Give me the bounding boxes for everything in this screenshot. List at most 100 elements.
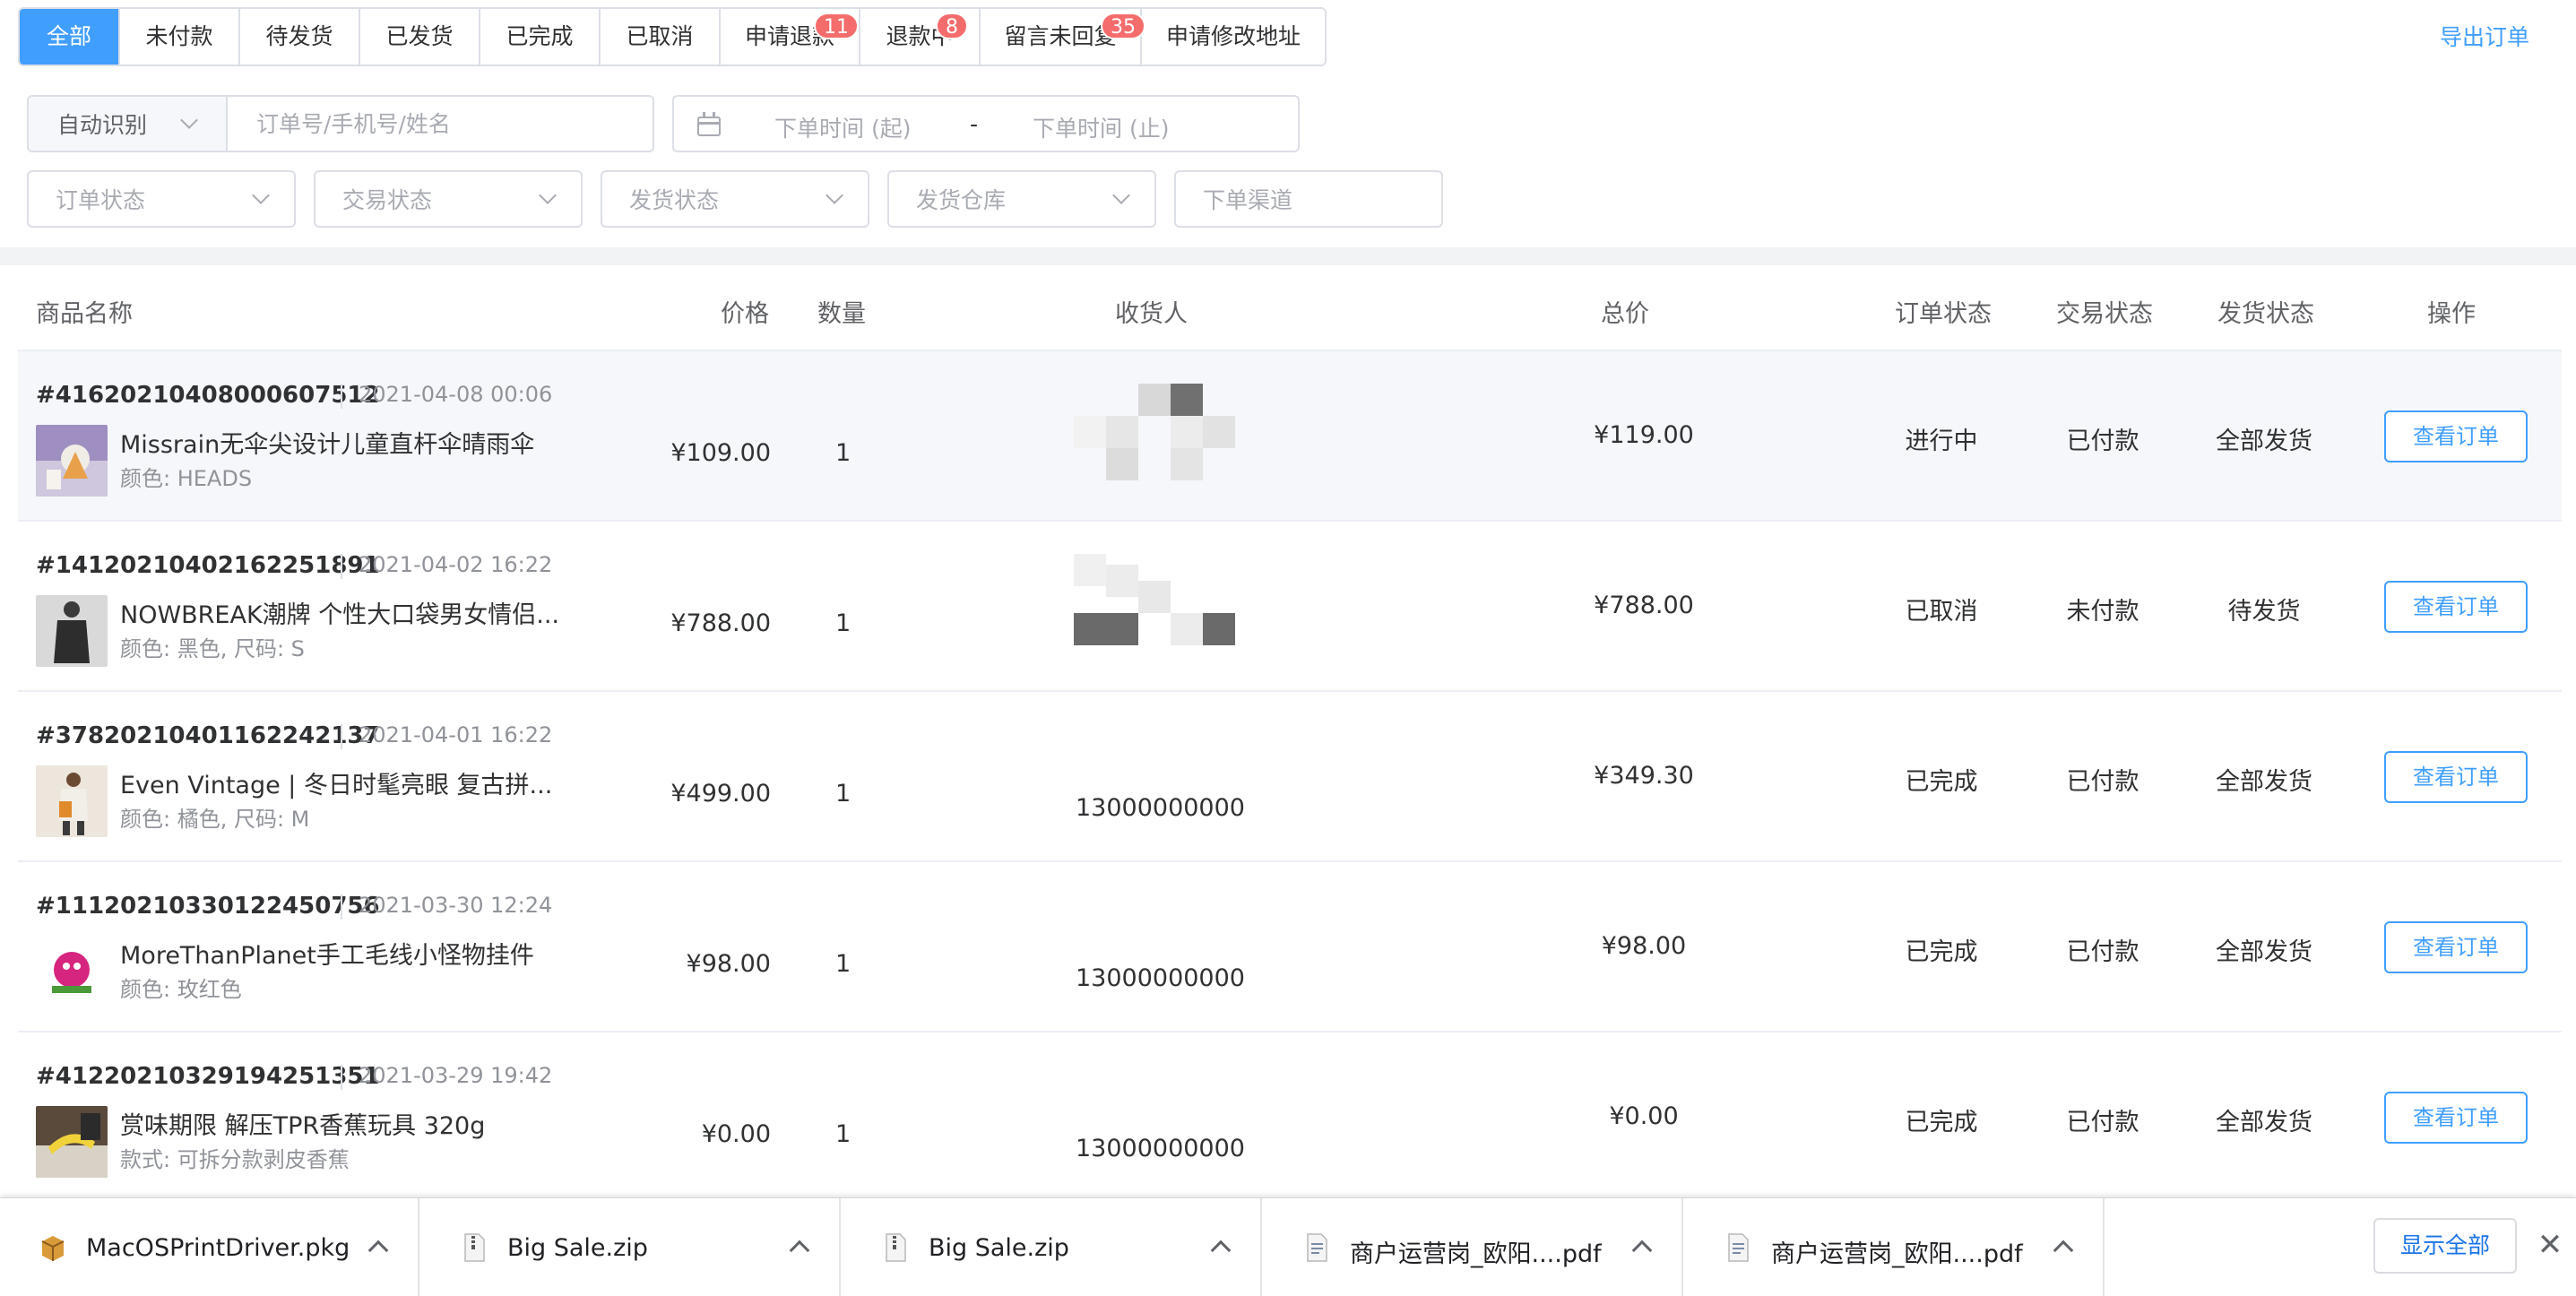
chevron-down-icon	[180, 111, 198, 129]
order-date-range[interactable]: 下单时间 (起) - 下单时间 (止)	[672, 95, 1300, 152]
download-filename: Big Sale.zip	[929, 1234, 1069, 1262]
calendar-icon	[697, 112, 721, 136]
trade-status: 已付款	[2066, 768, 2139, 796]
refund-requested-count-badge: 11	[814, 13, 859, 39]
tab-shipped[interactable]: 已发货	[360, 9, 480, 65]
ship-status: 全部发货	[2216, 1109, 2312, 1136]
tab-unpaid[interactable]: 未付款	[120, 9, 240, 65]
product-name: MoreThanPlanet手工毛线小怪物挂件	[120, 942, 534, 970]
col-product: 商品名称	[36, 300, 133, 328]
order-time: 2021-04-08 00:06	[359, 382, 553, 407]
tab-completed[interactable]: 已完成	[480, 9, 601, 65]
quantity: 1	[835, 439, 851, 467]
view-order-button[interactable]: 查看订单	[2384, 921, 2528, 973]
unit-price: ¥98.00	[686, 950, 771, 978]
download-item[interactable]: 商户运营岗_欧阳....pdf	[1685, 1198, 2105, 1296]
order-status: 已完成	[1905, 938, 1978, 966]
col-qty: 数量	[817, 300, 866, 328]
trade-status-select[interactable]: 交易状态	[314, 170, 583, 228]
download-item[interactable]: MacOSPrintDriver.pkg	[0, 1198, 419, 1296]
view-order-button[interactable]: 查看订单	[2384, 410, 2528, 462]
pdf-file-icon	[1307, 1233, 1327, 1262]
col-price: 价格	[721, 300, 769, 328]
trade-status: 未付款	[2066, 598, 2139, 626]
unit-price: ¥788.00	[670, 609, 771, 637]
ship-status: 全部发货	[2216, 768, 2312, 796]
view-order-button[interactable]: 查看订单	[2384, 751, 2528, 803]
order-time: 2021-03-30 12:24	[359, 893, 553, 918]
chevron-up-icon[interactable]	[2053, 1240, 2074, 1261]
trade-status: 已付款	[2066, 428, 2139, 455]
divider	[341, 724, 342, 749]
quantity: 1	[835, 950, 851, 978]
product-thumbnail	[36, 425, 108, 497]
product-name: 赏味期限 解压TPR香蕉玩具 320g	[120, 1112, 486, 1140]
divider	[341, 894, 342, 920]
product-name: Missrain无伞尖设计儿童直杆伞晴雨伞	[120, 431, 535, 459]
warehouse-select[interactable]: 发货仓库	[887, 170, 1156, 228]
search-mode-label: 自动识别	[57, 112, 148, 138]
unit-price: ¥0.00	[701, 1120, 771, 1148]
divider	[341, 384, 342, 409]
download-item[interactable]: 商户运营岗_欧阳....pdf	[1264, 1198, 1683, 1296]
download-item[interactable]: Big Sale.zip	[421, 1198, 841, 1296]
ship-status: 待发货	[2227, 598, 2301, 626]
section-divider	[0, 247, 2576, 265]
select-placeholder: 发货状态	[629, 187, 720, 213]
order-number: #11120210330122450756	[36, 893, 380, 920]
product-spec: 款式: 可拆分款剥皮香蕉	[120, 1147, 350, 1172]
order-status: 已完成	[1905, 1109, 1978, 1136]
export-orders-link[interactable]: 导出订单	[2440, 20, 2529, 52]
tab-cancelled[interactable]: 已取消	[601, 9, 721, 65]
tab-label: 留言未回复	[1004, 23, 1117, 49]
tab-all[interactable]: 全部	[20, 9, 120, 65]
tab-pending-shipment[interactable]: 待发货	[240, 9, 360, 65]
zip-file-icon	[886, 1233, 906, 1262]
order-number: #14120210402162251891	[36, 552, 380, 579]
package-icon	[41, 1236, 65, 1261]
tab-label: 已取消	[626, 23, 694, 49]
product-spec: 颜色: 黑色, 尺码: S	[120, 636, 305, 661]
receiver-redacted	[1074, 554, 1244, 652]
close-icon[interactable]: ✕	[2537, 1227, 2563, 1263]
search-input[interactable]	[228, 97, 653, 151]
chevron-down-icon	[826, 186, 843, 204]
total-price: ¥98.00	[1601, 932, 1687, 960]
quantity: 1	[835, 609, 851, 637]
select-placeholder: 交易状态	[342, 187, 433, 213]
download-item[interactable]: Big Sale.zip	[843, 1198, 1262, 1296]
pdf-file-icon	[1728, 1233, 1749, 1262]
col-trade-status: 交易状态	[2056, 300, 2153, 328]
total-price: ¥349.30	[1594, 762, 1694, 790]
view-order-button[interactable]: 查看订单	[2384, 1092, 2528, 1144]
chevron-up-icon[interactable]	[789, 1240, 810, 1261]
receiver-redacted	[1074, 384, 1244, 482]
chevron-up-icon[interactable]	[1631, 1240, 1653, 1261]
table-row: #14120210402162251891 2021-04-02 16:22 N…	[18, 522, 2562, 692]
channel-input[interactable]: 下单渠道	[1174, 170, 1443, 228]
unit-price: ¥109.00	[670, 439, 771, 467]
date-start-placeholder: 下单时间 (起)	[774, 116, 912, 142]
date-range-separator: -	[970, 111, 979, 137]
download-filename: 商户运营岗_欧阳....pdf	[1771, 1240, 2023, 1268]
table-row: #37820210401162242137 2021-04-01 16:22 E…	[18, 692, 2562, 862]
view-order-button[interactable]: 查看订单	[2384, 581, 2528, 633]
chevron-up-icon[interactable]	[367, 1240, 389, 1261]
order-number: #41620210408000607512	[36, 382, 380, 409]
ship-status: 全部发货	[2216, 428, 2312, 455]
table-header: 商品名称 价格 数量 收货人 总价 订单状态 交易状态 发货状态 操作	[18, 265, 2562, 351]
order-status-select[interactable]: 订单状态	[27, 170, 296, 228]
chevron-up-icon[interactable]	[1210, 1240, 1232, 1261]
product-spec: 颜色: HEADS	[120, 466, 253, 491]
search-mode-select[interactable]: 自动识别	[29, 97, 228, 151]
total-price: ¥788.00	[1594, 592, 1694, 619]
select-placeholder: 发货仓库	[916, 187, 1007, 213]
download-filename: Big Sale.zip	[507, 1234, 648, 1262]
order-status: 已完成	[1905, 768, 1978, 796]
show-all-downloads-button[interactable]: 显示全部	[2373, 1218, 2517, 1274]
order-number: #37820210401162242137	[36, 722, 380, 749]
ship-status-select[interactable]: 发货状态	[601, 170, 869, 228]
quantity: 1	[835, 780, 851, 808]
product-name: Even Vintage | 冬日时髦亮眼 复古拼...	[120, 772, 553, 799]
tab-address-change[interactable]: 申请修改地址	[1142, 9, 1325, 65]
